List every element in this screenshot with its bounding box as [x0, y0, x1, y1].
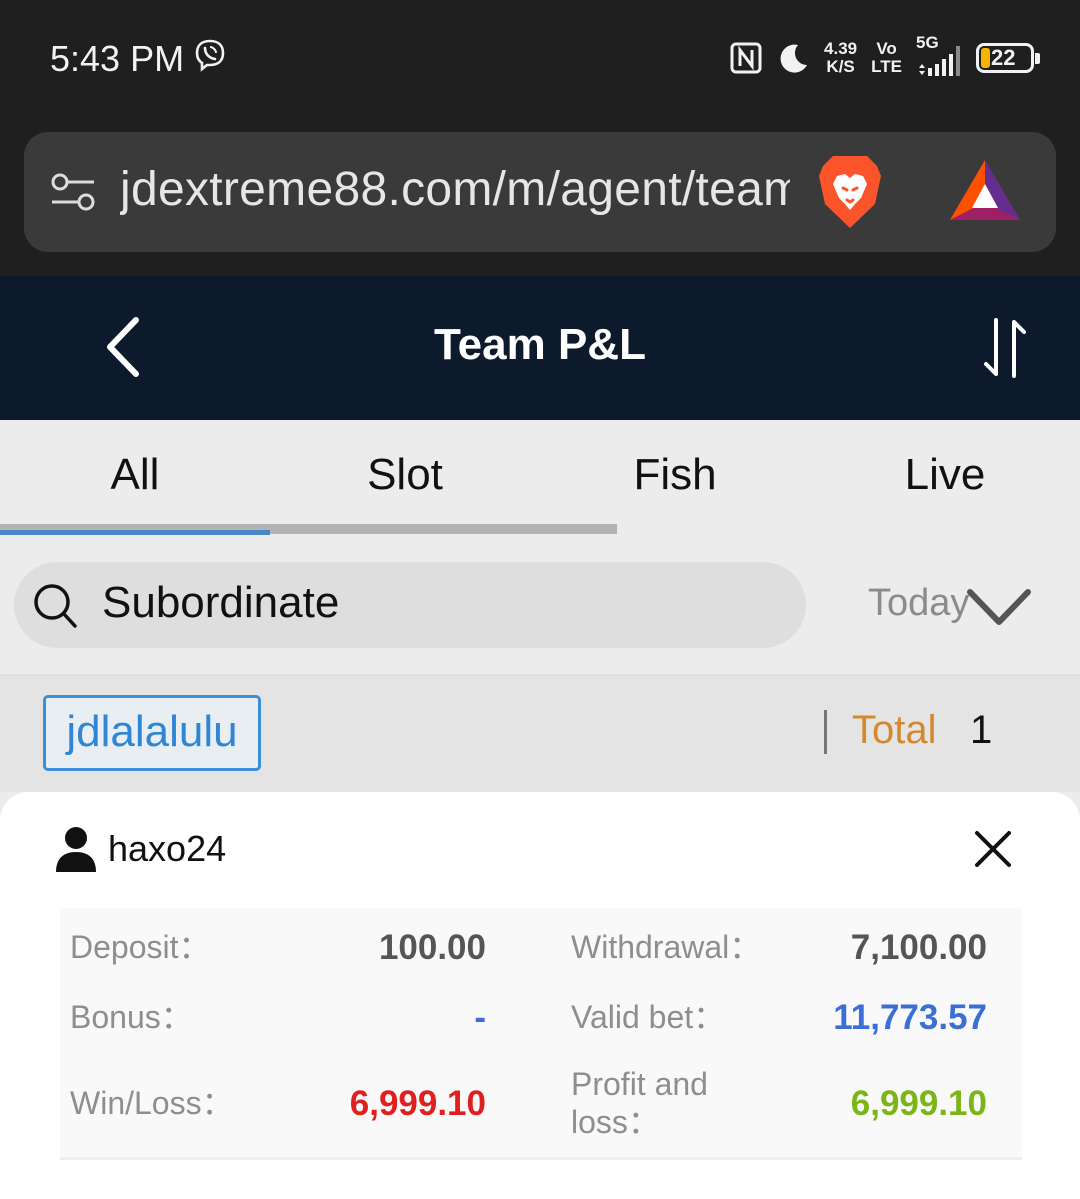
- net-speed-value: 4.39: [824, 39, 858, 58]
- pnl-value: 6,999.10: [850, 1084, 987, 1123]
- battery-icon: 22: [976, 43, 1040, 73]
- pnl-label: Profit and loss：: [571, 1065, 708, 1141]
- pnl-label-line1: Profit and: [571, 1066, 708, 1102]
- net-speed: 4.39 K/S: [824, 40, 857, 76]
- tab-slot[interactable]: Slot: [270, 450, 540, 500]
- member-detail-card: haxo24 Deposit： 100.00 Withdrawal： 7,100…: [0, 792, 1080, 1199]
- battery-level: 22: [991, 45, 1016, 70]
- moon-icon: [780, 44, 808, 73]
- date-range-value: Today: [868, 582, 970, 624]
- volte-top: Vo: [876, 39, 897, 58]
- withdrawal-value: 7,100.00: [850, 928, 987, 967]
- brave-shields-icon[interactable]: [817, 154, 883, 230]
- viber-icon: [195, 39, 225, 72]
- status-bar: 5:43 PM 4.39 K/S Vo LTE 5G 22: [0, 0, 1080, 116]
- agent-chip[interactable]: jdlalalulu: [43, 695, 261, 771]
- url-text[interactable]: jdextreme88.com/m/agent/team: [120, 162, 790, 217]
- deposit-value: 100.00: [378, 928, 486, 967]
- screen: 5:43 PM 4.39 K/S Vo LTE 5G 22 jdextreme8…: [0, 0, 1080, 1199]
- site-settings-icon[interactable]: [50, 170, 96, 214]
- stats-grid: Deposit： 100.00 Withdrawal： 7,100.00 Bon…: [60, 908, 1022, 1160]
- username: haxo24: [108, 828, 227, 869]
- close-icon[interactable]: [974, 830, 1012, 868]
- tab-all[interactable]: All: [0, 450, 270, 500]
- nfc-icon: [730, 42, 762, 74]
- total-count: 1: [970, 708, 993, 752]
- page-title: Team P&L: [434, 320, 646, 369]
- pnl-label-line2: loss：: [571, 1104, 660, 1140]
- tab-fish[interactable]: Fish: [540, 450, 810, 500]
- brave-rewards-icon[interactable]: [948, 158, 1022, 224]
- winloss-value: 6,999.10: [349, 1084, 486, 1123]
- active-tab-indicator: [0, 530, 270, 535]
- signal-icon: 5G: [916, 34, 962, 78]
- withdrawal-label: Withdrawal：: [571, 929, 762, 965]
- date-range-select[interactable]: Today: [866, 580, 1036, 636]
- person-icon: [56, 827, 96, 872]
- total-label: Total: [852, 708, 937, 752]
- volte-bottom: LTE: [871, 57, 902, 76]
- divider: [824, 710, 827, 754]
- deposit-label: Deposit：: [70, 929, 211, 965]
- net-speed-unit: K/S: [826, 57, 855, 76]
- tab-live[interactable]: Live: [810, 450, 1080, 500]
- search-placeholder: Subordinate: [102, 578, 340, 627]
- bonus-value: -: [474, 998, 486, 1037]
- chevron-down-icon: [967, 589, 1031, 625]
- status-time: 5:43 PM: [50, 38, 185, 79]
- browser-toolbar: jdextreme88.com/m/agent/team: [0, 116, 1080, 276]
- volte-indicator: Vo LTE: [871, 40, 902, 76]
- game-type-tabs: All Slot Fish Live: [0, 420, 1080, 538]
- bonus-label: Bonus：: [70, 999, 193, 1035]
- valid-bet-value: 11,773.57: [833, 998, 987, 1037]
- search-icon: [34, 584, 77, 628]
- status-icons: 4.39 K/S Vo LTE 5G 22: [730, 34, 1040, 80]
- address-bar[interactable]: jdextreme88.com/m/agent/team: [24, 132, 1056, 252]
- valid-bet-label: Valid bet：: [571, 999, 726, 1035]
- agent-filter-row: jdlalalulu Total 1: [0, 674, 1080, 792]
- sort-arrows-icon[interactable]: [978, 316, 1034, 380]
- winloss-label: Win/Loss：: [70, 1085, 234, 1121]
- app-header: Team P&L: [0, 276, 1080, 420]
- subordinate-search[interactable]: Subordinate: [14, 562, 806, 648]
